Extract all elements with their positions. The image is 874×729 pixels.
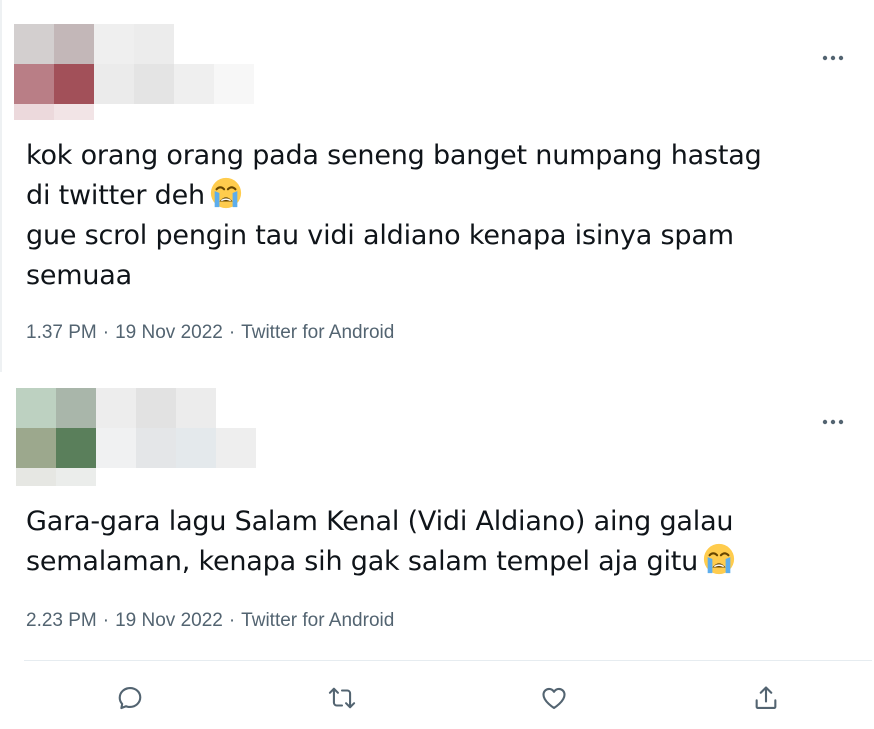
- thread-line: [0, 0, 2, 372]
- avatar[interactable]: [14, 24, 254, 120]
- loudly-crying-face-icon: [702, 542, 736, 588]
- tweet-text-line-with-emoji: di twitter deh: [26, 176, 762, 216]
- reply-icon: [118, 687, 142, 710]
- tweet-text-line: di twitter deh: [26, 180, 205, 211]
- more-horizontal-icon: [822, 419, 844, 425]
- meta-separator: ·: [102, 610, 110, 631]
- like-button[interactable]: [538, 682, 570, 714]
- avatar[interactable]: [16, 388, 256, 488]
- tweet-text: Gara-gara lagu Salam Kenal (Vidi Aldiano…: [26, 502, 736, 582]
- meta-separator: ·: [102, 322, 110, 343]
- meta-separator: ·: [228, 610, 236, 631]
- tweet-meta: 2.23 PM · 19 Nov 2022 · Twitter for Android: [26, 610, 394, 632]
- reply-button[interactable]: [114, 682, 146, 714]
- tweet-text-line: Gara-gara lagu Salam Kenal (Vidi Aldiano…: [26, 506, 734, 537]
- tweet-time[interactable]: 1.37 PM: [26, 322, 97, 343]
- tweet-source-link[interactable]: Twitter for Android: [241, 610, 394, 631]
- more-options-button[interactable]: [818, 48, 848, 68]
- tweet-text-line: semalaman, kenapa sih gak salam tempel a…: [26, 546, 699, 577]
- tweet-source-link[interactable]: Twitter for Android: [241, 322, 394, 343]
- tweet-date[interactable]: 19 Nov 2022: [115, 610, 223, 631]
- tweet-2: Gara-gara lagu Salam Kenal (Vidi Aldiano…: [0, 372, 874, 662]
- tweet-text: kok orang orang pada seneng banget numpa…: [26, 136, 762, 296]
- tweet-action-bar: [0, 670, 874, 725]
- divider: [24, 660, 872, 661]
- share-icon: [755, 686, 777, 709]
- retweet-button[interactable]: [326, 682, 358, 714]
- more-options-button[interactable]: [818, 412, 848, 432]
- meta-separator: ·: [228, 322, 236, 343]
- more-horizontal-icon: [822, 55, 844, 61]
- tweet-date[interactable]: 19 Nov 2022: [115, 322, 223, 343]
- share-button[interactable]: [750, 682, 782, 714]
- tweet-meta: 1.37 PM · 19 Nov 2022 · Twitter for Android: [26, 322, 394, 344]
- tweet-text-line: gue scrol pengin tau vidi aldiano kenapa…: [26, 220, 734, 251]
- tweet-time[interactable]: 2.23 PM: [26, 610, 97, 631]
- tweet-text-line: kok orang orang pada seneng banget numpa…: [26, 140, 762, 171]
- tweet-text-line: semuaa: [26, 260, 132, 291]
- like-icon: [542, 687, 566, 709]
- tweet-text-line-with-emoji: semalaman, kenapa sih gak salam tempel a…: [26, 542, 736, 582]
- retweet-icon: [328, 687, 356, 709]
- tweet-1: kok orang orang pada seneng banget numpa…: [0, 0, 874, 372]
